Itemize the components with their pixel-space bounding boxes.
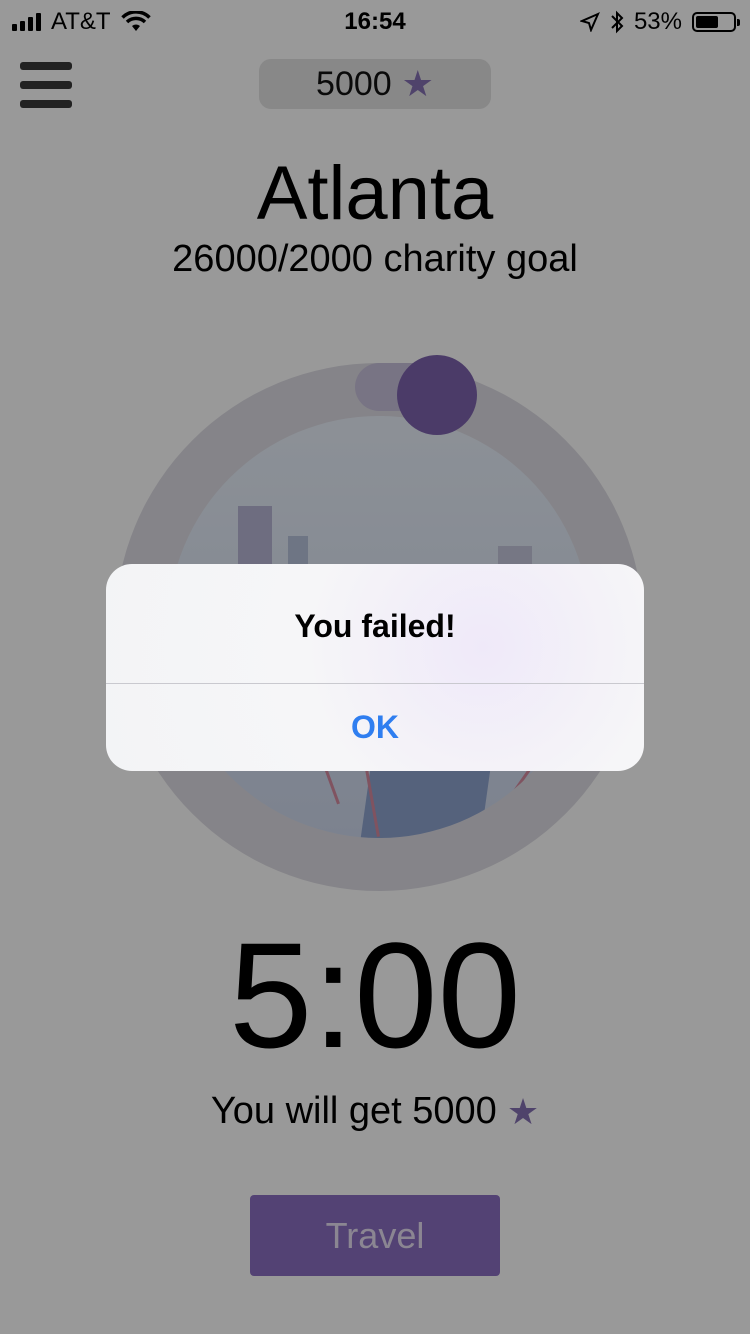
app-screen: AT&T 16:54 53% 5000 ★ Atlanta 26000/2000… (0, 0, 750, 1334)
alert-dialog: You failed! OK (106, 564, 644, 771)
alert-title: You failed! (294, 608, 456, 644)
alert-ok-button[interactable]: OK (106, 684, 644, 771)
